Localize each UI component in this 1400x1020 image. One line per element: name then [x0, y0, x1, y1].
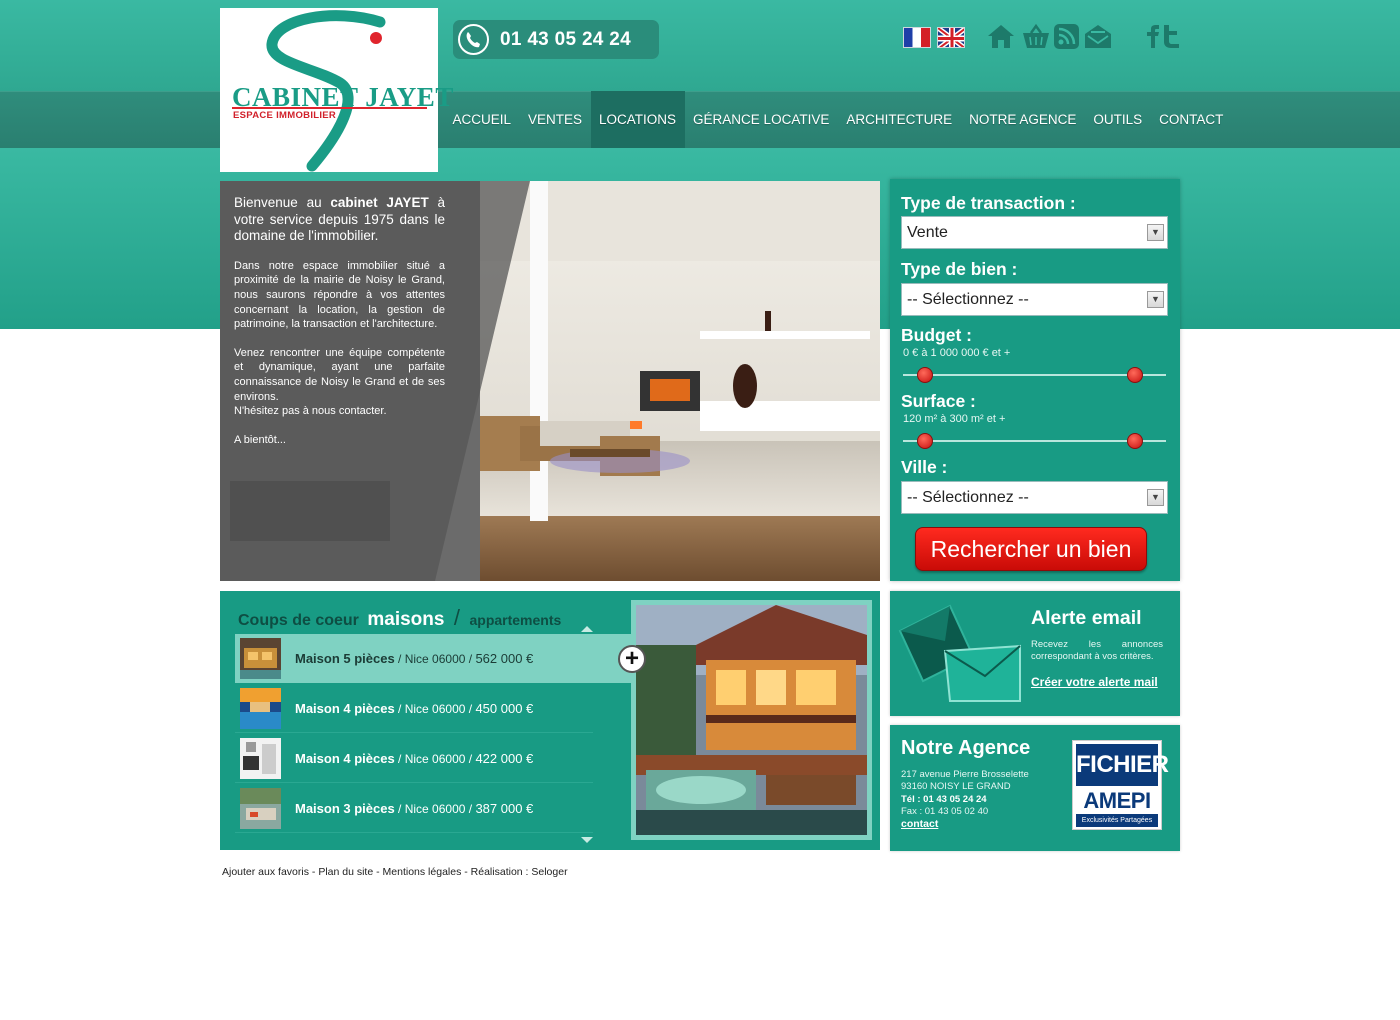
agency-address-2: 93160 NOISY LE GRAND	[901, 781, 1011, 792]
bien-label: Type de bien :	[901, 259, 1018, 279]
agency-box: Notre Agence 217 avenue Pierre Brosselet…	[890, 725, 1180, 851]
surface-min-handle[interactable]	[917, 433, 933, 449]
scroll-down-icon[interactable]	[581, 837, 593, 843]
tab-maisons[interactable]: maisons	[367, 609, 444, 630]
listing-thumbnail	[240, 788, 281, 829]
nav-ventes[interactable]: VENTES	[520, 91, 591, 148]
logo-name: CABINET JAYET	[232, 82, 454, 112]
surface-label: Surface :	[901, 391, 976, 411]
listing-thumbnail	[240, 688, 281, 729]
nav-gerance-locative[interactable]: GÉRANCE LOCATIVE	[685, 91, 838, 148]
listing-row[interactable]: Maison 3 pièces / Nice 06000 / 387 000 €	[235, 784, 593, 833]
agency-fax: Fax : 01 43 05 02 40	[901, 806, 989, 817]
chevron-down-icon: ▼	[1147, 489, 1164, 506]
logo-tagline: ESPACE IMMOBILIER	[233, 110, 337, 121]
bien-select[interactable]: -- Sélectionnez -- ▼	[901, 283, 1168, 316]
featured-property-photo[interactable]	[631, 600, 872, 840]
footer-sitemap-link[interactable]: Plan du site	[318, 866, 373, 878]
nav-locations[interactable]: LOCATIONS	[590, 91, 685, 148]
hero-welcome-text: Bienvenue au cabinet JAYET à votre servi…	[234, 195, 445, 446]
tab-appartements[interactable]: appartements	[469, 612, 561, 628]
transaction-label: Type de transaction :	[901, 193, 1076, 213]
phone-icon	[458, 24, 489, 55]
listing-row[interactable]: Maison 4 pièces / Nice 06000 / 422 000 €	[235, 734, 593, 783]
amepi-badge[interactable]: FICHIER AMEPI Exclusivités Partagées	[1072, 740, 1169, 830]
agency-title: Notre Agence	[901, 737, 1031, 759]
budget-max-handle[interactable]	[1127, 367, 1143, 383]
chevron-down-icon: ▼	[1147, 224, 1164, 241]
alert-title: Alerte email	[1031, 607, 1142, 629]
listing-row[interactable]: Maison 5 pièces / Nice 06000 / 562 000 €	[235, 634, 633, 683]
flag-uk-icon[interactable]	[937, 27, 965, 48]
basket-icon[interactable]	[1021, 23, 1051, 55]
listing-thumbnail	[240, 638, 281, 679]
phone-box: 01 43 05 24 24	[453, 20, 659, 59]
budget-label: Budget :	[901, 325, 972, 345]
main-nav: ACCUEIL VENTES LOCATIONS GÉRANCE LOCATIV…	[444, 91, 1232, 148]
listing-thumbnail	[240, 738, 281, 779]
phone-number: 01 43 05 24 24	[500, 29, 631, 50]
footer-favorites-link[interactable]: Ajouter aux favoris	[222, 866, 309, 878]
nav-accueil[interactable]: ACCUEIL	[444, 91, 520, 148]
transaction-select[interactable]: Vente ▼	[901, 216, 1168, 249]
surface-max-handle[interactable]	[1127, 433, 1143, 449]
create-alert-link[interactable]: Créer votre alerte mail	[1031, 675, 1158, 689]
agency-contact-link[interactable]: contact	[901, 818, 938, 830]
ville-select[interactable]: -- Sélectionnez -- ▼	[901, 481, 1168, 514]
scroll-up-icon[interactable]	[581, 626, 593, 632]
listing-row[interactable]: Maison 4 pièces / Nice 06000 / 450 000 €	[235, 684, 593, 733]
rss-icon[interactable]	[1053, 23, 1080, 55]
footer-legal-link[interactable]: Mentions légales	[383, 866, 462, 878]
expand-plus-button[interactable]: +	[618, 645, 646, 673]
featured-title: Coups de coeur maisons / appartements	[238, 605, 562, 630]
featured-listings: Coups de coeur maisons / appartements Ma…	[220, 591, 880, 850]
alert-description: Recevez les annonces correspondant à vos…	[1031, 639, 1163, 662]
home-icon[interactable]	[986, 23, 1016, 55]
agency-address-1: 217 avenue Pierre Brosselette	[901, 769, 1029, 780]
envelope-icon	[898, 604, 1021, 702]
twitter-icon[interactable]	[1160, 23, 1181, 55]
flag-fr-icon[interactable]	[903, 27, 931, 48]
nav-architecture[interactable]: ARCHITECTURE	[838, 91, 961, 148]
email-alert-box: Alerte email Recevez les annonces corres…	[890, 591, 1180, 716]
search-button[interactable]: Rechercher un bien	[915, 527, 1147, 571]
hero-banner: Bienvenue au cabinet JAYET à votre servi…	[220, 181, 880, 581]
chevron-down-icon: ▼	[1147, 291, 1164, 308]
nav-notre-agence[interactable]: NOTRE AGENCE	[961, 91, 1085, 148]
search-panel: Type de transaction : Vente ▼ Type de bi…	[890, 179, 1180, 581]
budget-range-text: 0 € à 1 000 000 € et +	[903, 347, 1011, 359]
logo[interactable]: CABINET JAYET ESPACE IMMOBILIER	[220, 8, 453, 172]
agency-tel: Tél : 01 43 05 24 24	[901, 794, 987, 805]
budget-min-handle[interactable]	[917, 367, 933, 383]
footer-credits-link[interactable]: Réalisation : Seloger	[471, 866, 568, 878]
mail-icon[interactable]	[1083, 23, 1113, 55]
nav-contact[interactable]: CONTACT	[1151, 91, 1232, 148]
header-background	[0, 0, 1400, 91]
nav-outils[interactable]: OUTILS	[1085, 91, 1151, 148]
footer: Ajouter aux favoris - Plan du site - Men…	[222, 866, 568, 878]
ville-label: Ville :	[901, 457, 948, 477]
surface-range-text: 120 m² à 300 m² et +	[903, 413, 1006, 425]
